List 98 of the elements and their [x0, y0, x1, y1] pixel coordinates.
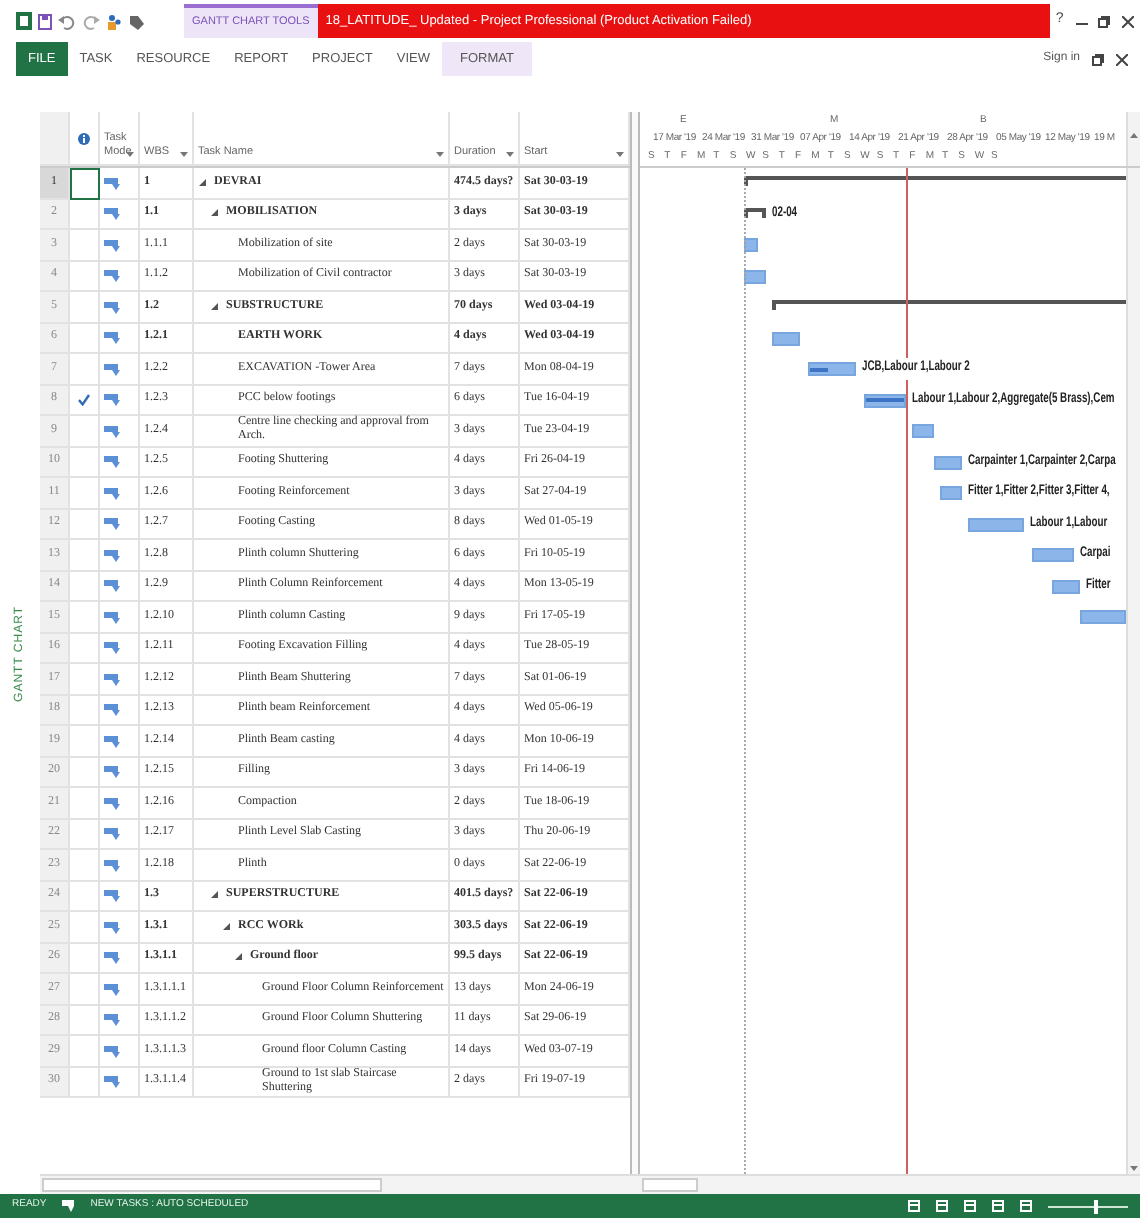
people-icon[interactable]: [106, 13, 122, 29]
indicator-cell[interactable]: [70, 850, 100, 881]
restore-icon[interactable]: [1092, 53, 1104, 65]
scroll-up-icon[interactable]: [1128, 129, 1140, 142]
indicator-cell[interactable]: [70, 819, 100, 850]
indicator-cell[interactable]: [70, 633, 100, 664]
indicator-cell[interactable]: [70, 447, 100, 478]
task-bar[interactable]: [863, 393, 905, 407]
indicator-cell[interactable]: [70, 912, 100, 943]
task-mode-icon: [104, 919, 120, 934]
pane-splitter[interactable]: [630, 112, 640, 1174]
indicator-cell[interactable]: [70, 664, 100, 695]
indicator-cell[interactable]: [70, 943, 100, 974]
indicator-cell[interactable]: [70, 974, 100, 1005]
task-mode-icon: [104, 175, 120, 190]
redo-icon[interactable]: [82, 13, 100, 29]
indicator-cell[interactable]: [70, 695, 100, 726]
task-bar[interactable]: [933, 455, 961, 469]
indicator-cell[interactable]: [70, 416, 100, 447]
indicator-cell[interactable]: [70, 230, 100, 261]
task-bar[interactable]: [772, 331, 800, 345]
task-mode-icon: [104, 671, 120, 686]
task-mode-icon: [104, 237, 120, 252]
close-icon[interactable]: [1122, 15, 1135, 27]
task-mode-icon: [104, 299, 120, 314]
summary-bar[interactable]: [744, 207, 765, 217]
indicator-cell[interactable]: [70, 726, 100, 757]
expand-triangle-icon[interactable]: [210, 301, 222, 312]
indicator-cell[interactable]: [70, 788, 100, 819]
task-mode-icon: [104, 702, 120, 717]
task-mode-icon: [104, 795, 120, 810]
task-mode-icon: [104, 764, 120, 779]
task-bar[interactable]: [1031, 548, 1073, 562]
task-mode-icon: [104, 981, 120, 996]
expand-triangle-icon[interactable]: [198, 177, 210, 188]
info-icon[interactable]: [78, 131, 90, 145]
task-mode-icon: [104, 640, 120, 655]
task-bar[interactable]: [807, 362, 856, 376]
task-mode-icon: [104, 268, 120, 283]
indicator-cell[interactable]: [70, 261, 100, 292]
task-mode-icon: [104, 733, 120, 748]
task-mode-icon: [104, 1043, 120, 1058]
dropdown-arrow-icon[interactable]: [616, 152, 624, 158]
task-mode-icon: [104, 361, 120, 376]
dropdown-arrow-icon[interactable]: [506, 152, 514, 158]
task-mode-icon: [104, 423, 120, 438]
task-mode-icon[interactable]: [62, 1200, 75, 1212]
summary-bar[interactable]: [772, 300, 1126, 310]
task-mode-icon: [104, 826, 120, 841]
task-mode-icon: [104, 857, 120, 872]
indicator-cell[interactable]: [70, 757, 100, 788]
task-bar[interactable]: [968, 517, 1024, 531]
indicator-cell[interactable]: [70, 1005, 100, 1036]
task-bar[interactable]: [744, 269, 765, 283]
indicator-cell[interactable]: [70, 881, 100, 912]
expand-triangle-icon[interactable]: [234, 952, 246, 963]
indicator-cell[interactable]: [70, 540, 100, 571]
task-mode-icon: [104, 578, 120, 593]
dropdown-arrow-icon[interactable]: [180, 152, 188, 158]
indicator-cell[interactable]: [70, 199, 100, 230]
indicator-cell[interactable]: [70, 292, 100, 323]
task-mode-icon: [104, 1012, 120, 1027]
vertical-scrollbar[interactable]: [1126, 168, 1140, 1174]
indicator-cell[interactable]: [70, 602, 100, 633]
task-bar[interactable]: [1052, 579, 1080, 593]
task-mode-icon: [104, 206, 120, 221]
restore-icon[interactable]: [1098, 15, 1111, 27]
task-mode-icon: [104, 1074, 120, 1089]
expand-triangle-icon[interactable]: [222, 921, 234, 932]
indicator-cell[interactable]: [70, 478, 100, 509]
indicator-cell[interactable]: [70, 1036, 100, 1067]
indicator-cell[interactable]: [70, 354, 100, 385]
expand-triangle-icon[interactable]: [210, 890, 222, 901]
task-mode-icon: [104, 392, 120, 407]
expand-triangle-icon[interactable]: [210, 208, 222, 219]
task-mode-icon: [104, 888, 120, 903]
vertical-scrollbar[interactable]: [1126, 112, 1140, 166]
task-mode-icon: [104, 950, 120, 965]
save-icon[interactable]: [38, 13, 52, 29]
undo-icon[interactable]: [58, 13, 76, 29]
dropdown-arrow-icon[interactable]: [436, 152, 444, 158]
task-mode-icon: [104, 516, 120, 531]
indicator-cell[interactable]: [70, 168, 100, 199]
task-mode-icon: [104, 330, 120, 345]
app-icon[interactable]: [16, 12, 32, 30]
task-mode-icon: [104, 609, 120, 624]
indicator-cell[interactable]: [70, 385, 100, 416]
task-mode-icon: [104, 547, 120, 562]
task-mode-icon: [104, 485, 120, 500]
indicator-cell[interactable]: [70, 571, 100, 602]
indicator-cell[interactable]: [70, 1067, 100, 1098]
close-icon[interactable]: [1116, 53, 1128, 65]
indicator-cell[interactable]: [70, 509, 100, 540]
dropdown-arrow-icon[interactable]: [126, 152, 134, 158]
tag-icon[interactable]: [128, 13, 144, 29]
indicator-cell[interactable]: [70, 323, 100, 354]
task-mode-icon: [104, 454, 120, 469]
summary-bar[interactable]: [744, 176, 1126, 186]
